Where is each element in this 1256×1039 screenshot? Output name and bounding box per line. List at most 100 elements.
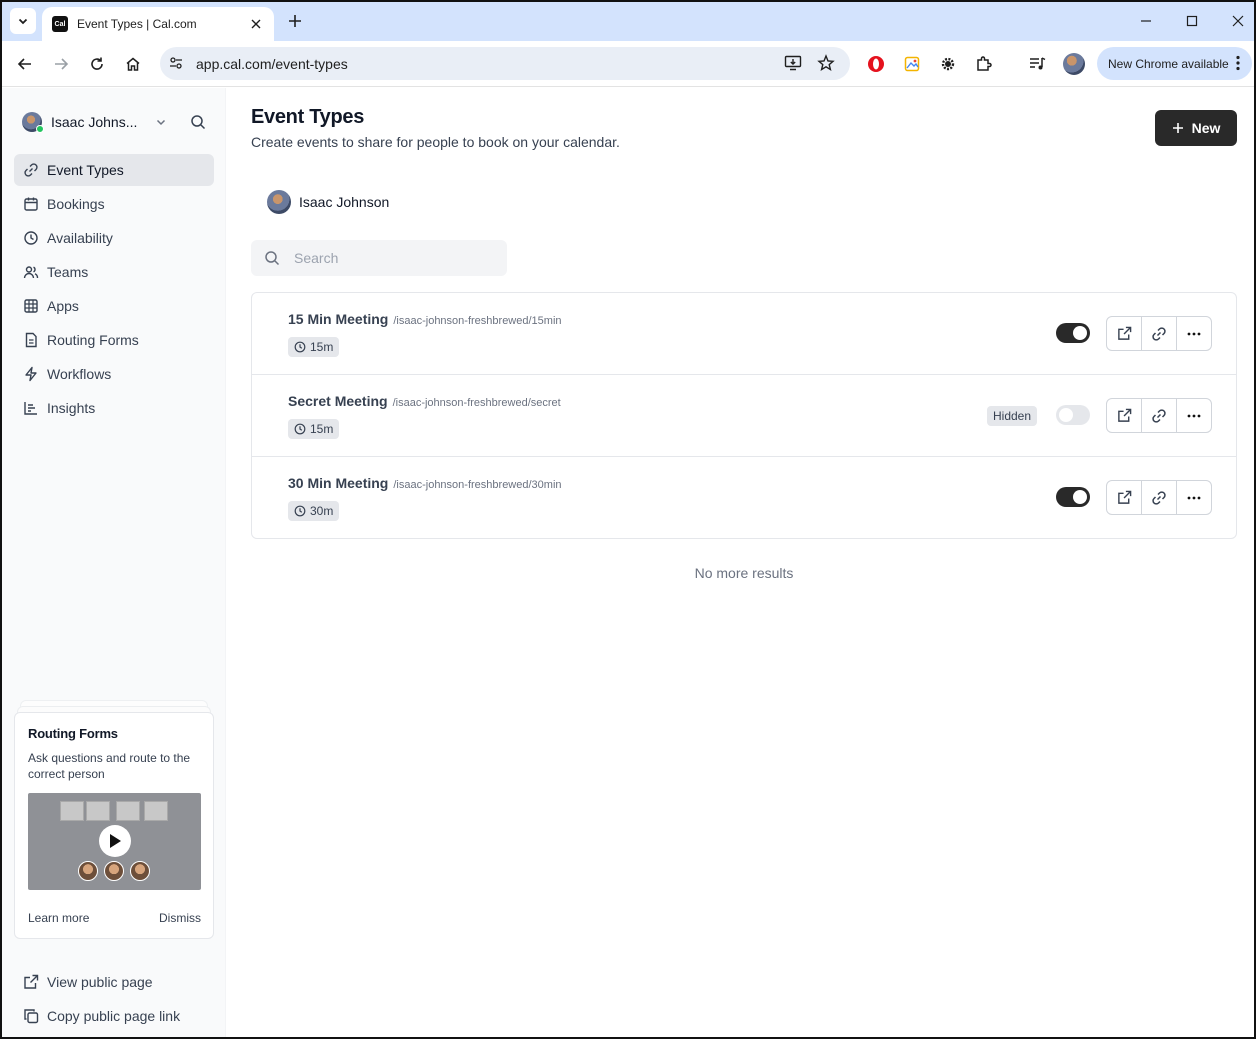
zap-icon xyxy=(23,366,39,382)
event-enabled-toggle[interactable] xyxy=(1056,487,1090,507)
more-options-button[interactable] xyxy=(1177,481,1211,514)
opera-icon xyxy=(868,56,884,72)
sidebar-item-bookings[interactable]: Bookings xyxy=(14,188,214,220)
view-public-page-link[interactable]: View public page xyxy=(14,966,214,998)
copy-icon xyxy=(23,1008,39,1024)
copy-link-button[interactable] xyxy=(1142,317,1177,350)
page-title: Event Types xyxy=(251,106,365,128)
link-label: View public page xyxy=(47,974,153,990)
forward-button[interactable] xyxy=(48,51,74,77)
more-horizontal-icon xyxy=(1187,414,1201,417)
sidebar-item-insights[interactable]: Insights xyxy=(14,392,214,424)
online-indicator xyxy=(36,125,44,133)
new-event-type-button[interactable]: New xyxy=(1155,110,1237,146)
external-link-icon xyxy=(23,974,39,990)
search-input[interactable] xyxy=(294,250,494,266)
profile-group-header: Isaac Johnson xyxy=(267,190,389,214)
event-type-row[interactable]: 15 Min Meeting /isaac-johnson-freshbrewe… xyxy=(252,293,1236,375)
no-more-results: No more results xyxy=(694,565,794,581)
minimize-button[interactable] xyxy=(1135,10,1157,32)
more-options-button[interactable] xyxy=(1177,317,1211,350)
close-window-button[interactable] xyxy=(1227,10,1249,32)
sidebar-item-label: Apps xyxy=(47,298,79,314)
more-options-button[interactable] xyxy=(1177,399,1211,432)
more-vertical-icon[interactable] xyxy=(1236,55,1240,74)
user-avatar xyxy=(22,112,44,133)
clock-icon xyxy=(294,423,306,435)
page-subtitle: Create events to share for people to boo… xyxy=(251,134,620,150)
sidebar-bottom-links: View public page Copy public page link xyxy=(14,966,214,1034)
copy-link-button[interactable] xyxy=(1142,399,1177,432)
new-chrome-available-button[interactable]: New Chrome available xyxy=(1097,47,1252,80)
sidebar-item-event-types[interactable]: Event Types xyxy=(14,154,214,186)
home-button[interactable] xyxy=(120,51,146,77)
gear-extension-button[interactable] xyxy=(935,51,961,77)
external-link-icon xyxy=(1117,490,1131,504)
maximize-icon xyxy=(1186,15,1198,27)
event-search[interactable] xyxy=(251,240,507,276)
tab-search-button[interactable] xyxy=(10,8,36,34)
copy-public-page-link[interactable]: Copy public page link xyxy=(14,1000,214,1032)
clock-icon xyxy=(294,505,306,517)
sidebar-item-routing-forms[interactable]: Routing Forms xyxy=(14,324,214,356)
event-enabled-toggle[interactable] xyxy=(1056,405,1090,425)
learn-more-link[interactable]: Learn more xyxy=(28,911,89,925)
dismiss-button[interactable]: Dismiss xyxy=(159,911,201,925)
new-tab-button[interactable] xyxy=(284,10,306,32)
user-menu[interactable]: Isaac Johns... xyxy=(22,110,212,134)
sidebar: Isaac Johns... Event Types Bookings Avai… xyxy=(2,88,226,1037)
event-slug: /isaac-johnson-freshbrewed/30min xyxy=(393,479,562,491)
preview-button[interactable] xyxy=(1107,317,1142,350)
reload-button[interactable] xyxy=(84,51,110,77)
event-name: 30 Min Meeting xyxy=(288,475,389,491)
extensions-button[interactable] xyxy=(971,51,997,77)
plus-icon xyxy=(1172,122,1184,134)
sidebar-item-apps[interactable]: Apps xyxy=(14,290,214,322)
event-enabled-toggle[interactable] xyxy=(1056,323,1090,343)
media-control-button[interactable] xyxy=(1025,51,1051,77)
sidebar-item-teams[interactable]: Teams xyxy=(14,256,214,288)
sidebar-item-availability[interactable]: Availability xyxy=(14,222,214,254)
arrow-left-icon xyxy=(17,58,31,70)
calendar-icon xyxy=(23,196,39,212)
back-button[interactable] xyxy=(12,51,38,77)
bookmark-star-icon[interactable] xyxy=(817,54,835,77)
duration-label: 15m xyxy=(310,422,334,436)
main-content: Event Types Create events to share for p… xyxy=(227,88,1254,1037)
promo-title: Routing Forms xyxy=(28,726,118,741)
tab-close-icon[interactable] xyxy=(248,16,264,32)
address-bar[interactable]: app.cal.com/event-types xyxy=(160,47,850,80)
users-icon xyxy=(23,264,39,280)
video-frame-thumb xyxy=(144,801,168,821)
profile-avatar xyxy=(267,190,291,214)
bar-chart-icon xyxy=(23,400,39,416)
photo-extension-button[interactable] xyxy=(899,51,925,77)
sidebar-item-workflows[interactable]: Workflows xyxy=(14,358,214,390)
more-horizontal-icon xyxy=(1187,332,1201,335)
duration-label: 30m xyxy=(310,504,334,518)
preview-button[interactable] xyxy=(1107,399,1142,432)
profile-button[interactable] xyxy=(1061,51,1087,77)
duration-badge: 15m xyxy=(288,337,340,357)
event-type-row[interactable]: Secret Meeting /isaac-johnson-freshbrewe… xyxy=(252,375,1236,457)
maximize-button[interactable] xyxy=(1181,10,1203,32)
gear-icon xyxy=(941,57,955,71)
install-app-icon[interactable] xyxy=(784,55,802,76)
opera-extension-button[interactable] xyxy=(863,51,889,77)
copy-link-button[interactable] xyxy=(1142,481,1177,514)
reload-icon xyxy=(91,57,103,70)
event-title-line: 30 Min Meeting /isaac-johnson-freshbrewe… xyxy=(288,475,562,491)
minimize-icon xyxy=(1141,20,1151,22)
promo-video-thumbnail[interactable] xyxy=(28,793,201,890)
tab-strip: Cal Event Types | Cal.com xyxy=(2,2,1254,41)
browser-tab[interactable]: Cal Event Types | Cal.com xyxy=(42,7,274,41)
video-frame-thumb xyxy=(86,801,110,821)
participant-avatar xyxy=(104,861,124,881)
event-action-buttons xyxy=(1106,480,1212,515)
sidebar-item-label: Teams xyxy=(47,264,89,280)
site-settings-icon[interactable] xyxy=(168,55,184,76)
sidebar-search-button[interactable] xyxy=(188,112,208,132)
preview-button[interactable] xyxy=(1107,481,1142,514)
play-button[interactable] xyxy=(99,825,131,857)
event-type-row[interactable]: 30 Min Meeting /isaac-johnson-freshbrewe… xyxy=(252,457,1236,538)
